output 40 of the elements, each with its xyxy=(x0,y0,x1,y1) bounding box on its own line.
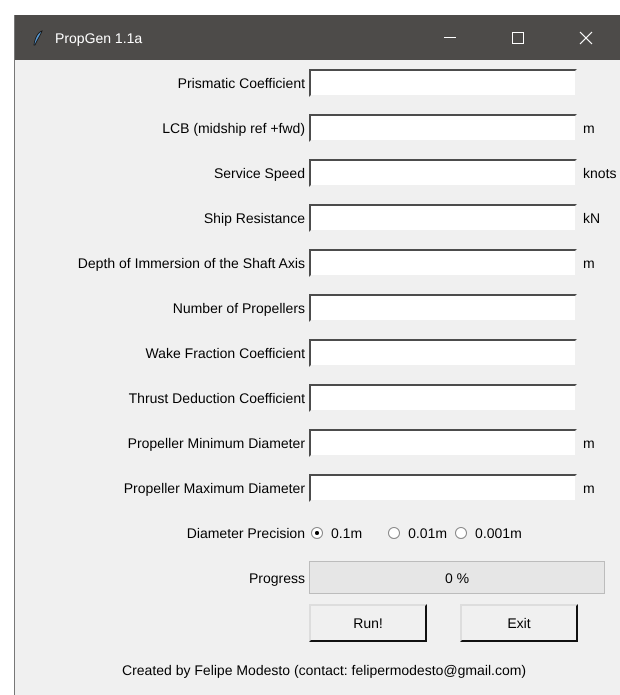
field-label: Prismatic Coefficient xyxy=(176,74,306,90)
run-button[interactable]: Run! xyxy=(309,604,427,642)
field-label: Ship Resistance xyxy=(202,210,306,226)
field-label: Thrust Deduction Coefficient xyxy=(128,390,306,406)
footer-text: Created by Felipe Modesto (contact: felipermodesto@gmail.com) xyxy=(121,661,528,680)
window-title: PropGen 1.1a xyxy=(55,30,142,46)
field-label: Progress xyxy=(248,570,306,586)
radio-option[interactable]: 0.01m xyxy=(388,524,448,540)
unit-label: m xyxy=(582,434,596,450)
input-field[interactable] xyxy=(309,114,577,142)
feather-icon xyxy=(33,30,43,46)
unit-label: knots xyxy=(582,164,618,180)
unit-label: kN xyxy=(582,210,602,226)
unit-label: m xyxy=(582,120,596,136)
radio-option[interactable]: 0.1m xyxy=(311,524,362,540)
field-label: Number of Propellers xyxy=(172,300,306,316)
input-field[interactable] xyxy=(309,68,577,96)
input-field[interactable] xyxy=(309,294,577,322)
field-label: LCB (midship ref +fwd) xyxy=(161,120,306,136)
close-icon xyxy=(579,30,593,44)
unit-label: m xyxy=(582,254,596,270)
minimize-icon xyxy=(444,37,456,38)
field-label: Service Speed xyxy=(212,164,306,180)
radio-option[interactable]: 0.001m xyxy=(455,524,522,540)
progress-reading: 0 % xyxy=(444,570,470,586)
field-label: Diameter Precision xyxy=(186,524,306,540)
field-label: Propeller Minimum Diameter xyxy=(126,434,306,450)
input-field[interactable] xyxy=(309,158,577,186)
unit-label: m xyxy=(582,480,596,496)
field-label: Propeller Maximum Diameter xyxy=(122,480,306,496)
input-field[interactable] xyxy=(309,338,577,366)
input-field[interactable] xyxy=(309,204,577,232)
input-field[interactable] xyxy=(309,474,577,502)
input-field[interactable] xyxy=(309,384,577,412)
field-label: Depth of Immersion of the Shaft Axis xyxy=(76,254,306,270)
maximize-icon xyxy=(512,32,524,44)
input-field[interactable] xyxy=(309,428,577,456)
exit-button[interactable]: Exit xyxy=(460,604,578,642)
input-field[interactable] xyxy=(309,248,577,276)
field-label: Wake Fraction Coefficient xyxy=(144,344,306,360)
